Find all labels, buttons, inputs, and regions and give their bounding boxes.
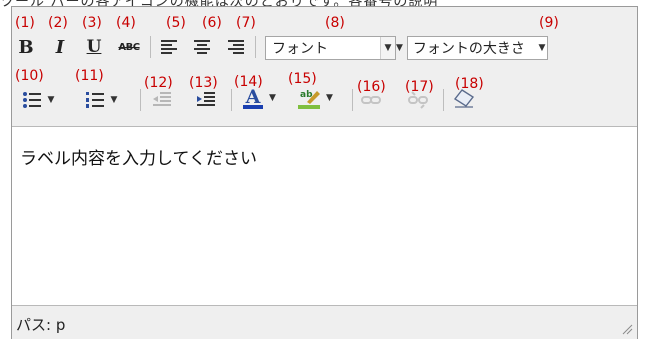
svg-text:A: A (245, 86, 261, 108)
font-color-button[interactable]: A ▼ (238, 86, 280, 109)
element-path: パス: p (16, 316, 66, 334)
annotation-8: (8) (325, 15, 345, 31)
toolbar: (1) (2) (3) (4) (5) (6) (7) (8) (9) B I … (12, 7, 637, 127)
align-left-icon (161, 40, 177, 54)
annotation-15: (15) (288, 71, 317, 87)
editor-text[interactable]: ラベル内容を入力してください (20, 144, 257, 169)
annotation-2: (2) (48, 15, 68, 31)
toolbar-separator (352, 89, 353, 111)
indent-icon (197, 92, 215, 106)
editor-content-area[interactable]: ラベル内容を入力してください (12, 127, 637, 305)
font-size-field: フォントの大きさ ▼ (406, 36, 548, 60)
align-right-button[interactable] (224, 36, 248, 58)
outdent-icon (153, 92, 171, 106)
bold-button[interactable]: B (15, 36, 37, 58)
link-button[interactable] (358, 89, 384, 111)
annotation-9: (9) (539, 15, 559, 31)
align-center-button[interactable] (190, 36, 214, 58)
font-size-value: フォントの大きさ (412, 41, 525, 57)
numbered-list-icon (85, 92, 104, 108)
annotation-7: (7) (236, 15, 256, 31)
annotation-10: (10) (15, 68, 44, 84)
align-left-button[interactable] (157, 36, 181, 58)
font-color-icon: A (243, 86, 264, 109)
numbered-list-button[interactable]: ▼ (79, 89, 123, 111)
rich-text-editor: (1) (2) (3) (4) (5) (6) (7) (8) (9) B I … (11, 6, 638, 339)
chevron-down-icon[interactable]: ▼ (326, 93, 333, 103)
font-family-value: フォント (272, 41, 328, 57)
chevron-down-icon[interactable]: ▼ (269, 93, 276, 103)
font-family-select[interactable]: フォント ▼ (265, 36, 396, 60)
italic-button[interactable]: I (49, 36, 71, 58)
annotation-5: (5) (166, 15, 186, 31)
link-icon (361, 96, 381, 104)
annotation-4: (4) (116, 15, 136, 31)
underline-button[interactable]: U (83, 36, 105, 58)
chevron-down-icon[interactable]: ▼ (396, 43, 403, 53)
toolbar-separator (150, 36, 151, 58)
status-bar: パス: p (12, 305, 637, 339)
unlink-button[interactable] (405, 89, 431, 111)
chevron-down-icon[interactable]: ▼ (380, 37, 395, 59)
align-center-icon (194, 40, 210, 54)
font-size-select[interactable]: ▼ フォントの大きさ ▼ (396, 36, 636, 60)
toolbar-separator (443, 89, 444, 111)
eraser-icon (453, 89, 475, 108)
toolbar-separator (231, 89, 232, 111)
toolbar-separator (140, 89, 141, 111)
resize-grip-icon[interactable] (621, 323, 633, 335)
align-right-icon (228, 40, 244, 54)
indent-button[interactable] (192, 89, 220, 111)
chevron-down-icon[interactable]: ▼ (536, 37, 547, 59)
clear-format-button[interactable] (450, 87, 478, 109)
toolbar-separator (255, 36, 256, 58)
highlight-color-button[interactable]: ab ▼ (292, 87, 338, 109)
bullet-list-icon (22, 92, 41, 108)
annotation-3: (3) (82, 15, 102, 31)
chevron-down-icon[interactable]: ▼ (48, 95, 55, 105)
outdent-button[interactable] (148, 89, 176, 111)
annotation-11: (11) (75, 68, 104, 84)
highlight-color-icon: ab (298, 90, 321, 109)
annotation-1: (1) (15, 15, 35, 31)
chevron-down-icon[interactable]: ▼ (111, 95, 118, 105)
annotation-6: (6) (202, 15, 222, 31)
unlink-icon (408, 91, 428, 109)
bullet-list-button[interactable]: ▼ (18, 89, 58, 111)
strikethrough-button[interactable]: ABC (115, 36, 143, 58)
